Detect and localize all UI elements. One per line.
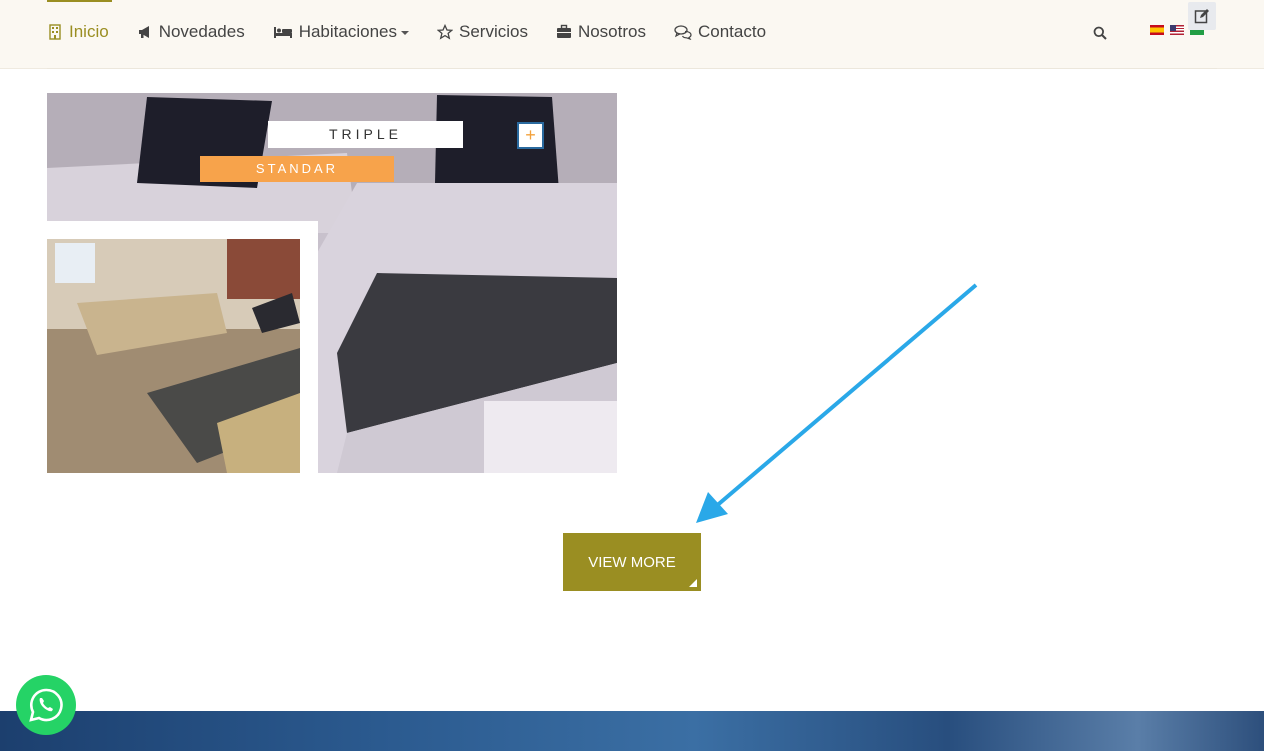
room-type-title: TRIPLE — [268, 121, 463, 148]
megaphone-icon — [137, 24, 153, 40]
expand-plus-button[interactable]: + — [517, 122, 544, 149]
nav-item-servicios[interactable]: Servicios — [436, 22, 528, 42]
room-photo — [47, 93, 617, 473]
edit-button[interactable] — [1188, 2, 1216, 30]
footer-banner-image — [0, 711, 1264, 751]
nav-item-label: Contacto — [697, 22, 767, 41]
star-icon — [436, 23, 454, 40]
arrow-annotation-icon — [696, 283, 978, 523]
corner-triangle-icon — [689, 579, 697, 587]
nav-item-novedades[interactable]: Novedades — [137, 22, 245, 42]
nav-active-indicator — [47, 0, 112, 2]
nav-divider — [47, 68, 1217, 69]
search-icon[interactable] — [1093, 26, 1107, 40]
briefcase-icon — [556, 24, 572, 40]
view-more-label: VIEW MORE — [588, 553, 676, 571]
nav-item-label: Inicio — [69, 22, 109, 41]
nav-item-label: Habitaciones — [298, 22, 397, 41]
bed-icon — [273, 24, 293, 40]
nav-item-contacto[interactable]: Contacto — [674, 22, 766, 42]
nav-item-label: Servicios — [458, 22, 528, 41]
room-card-image[interactable]: TRIPLE STANDAR + — [47, 93, 617, 473]
top-navbar: Inicio Novedades Habitaciones Servicios — [0, 0, 1264, 69]
whatsapp-button[interactable] — [16, 675, 76, 735]
nav-item-label: Novedades — [158, 22, 245, 41]
whatsapp-icon — [29, 688, 63, 722]
nav-menu: Inicio Novedades Habitaciones Servicios — [47, 22, 794, 42]
nav-item-inicio[interactable]: Inicio — [47, 22, 109, 42]
nav-item-habitaciones[interactable]: Habitaciones — [273, 22, 409, 42]
view-more-button[interactable]: VIEW MORE — [563, 533, 701, 591]
chevron-down-icon — [400, 31, 409, 35]
chat-icon — [674, 24, 692, 41]
nav-item-nosotros[interactable]: Nosotros — [556, 22, 646, 42]
edit-icon — [1194, 9, 1209, 24]
flag-usa-icon[interactable] — [1170, 25, 1184, 35]
flag-spain-icon[interactable] — [1150, 25, 1164, 35]
room-category-badge: STANDAR — [200, 156, 394, 182]
building-icon — [47, 24, 63, 40]
nav-item-label: Nosotros — [577, 22, 646, 41]
